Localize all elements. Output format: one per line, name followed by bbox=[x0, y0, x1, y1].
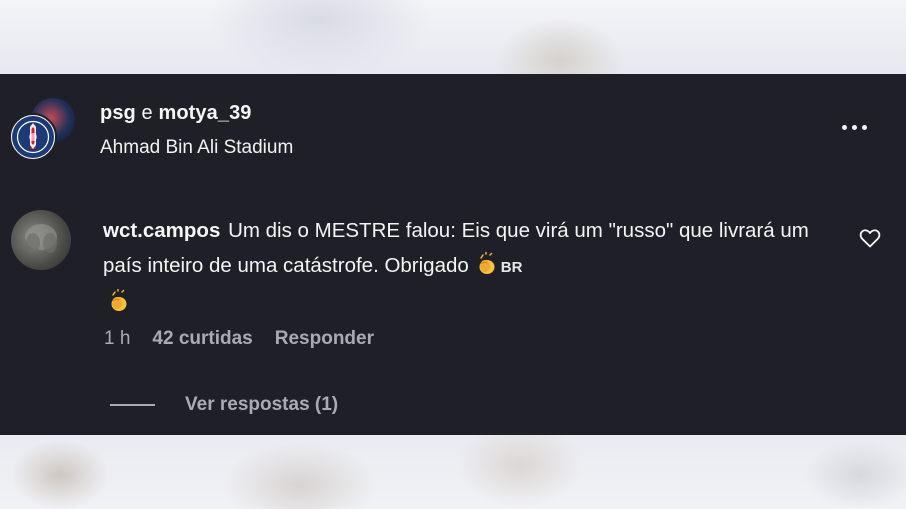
post-header: psg e motya_39 Ahmad Bin Ali Stadium bbox=[0, 74, 906, 194]
clapping-hands-icon bbox=[479, 252, 495, 274]
view-replies-button[interactable]: Ver respostas (1) bbox=[110, 394, 338, 416]
post-location-link[interactable]: Ahmad Bin Ali Stadium bbox=[100, 137, 293, 159]
more-horizontal-icon-dot bbox=[841, 124, 847, 130]
background-photo-bottom bbox=[0, 435, 906, 509]
comment-meta: 1 h 42 curtidas Responder bbox=[104, 328, 374, 350]
more-options-button[interactable] bbox=[832, 114, 876, 140]
author-secondary-link[interactable]: motya_39 bbox=[158, 102, 251, 124]
more-horizontal-icon-dot bbox=[861, 124, 867, 130]
author-separator: e bbox=[141, 102, 153, 124]
comment-panel: psg e motya_39 Ahmad Bin Ali Stadium wct… bbox=[0, 74, 906, 435]
author-primary-link[interactable]: psg bbox=[100, 102, 136, 124]
psg-avatar[interactable] bbox=[9, 113, 57, 161]
post-authors: psg e motya_39 bbox=[100, 102, 252, 125]
author-avatars[interactable] bbox=[9, 96, 75, 162]
psg-crest-icon bbox=[12, 116, 54, 158]
commenter-username-link[interactable]: wct.campos bbox=[103, 219, 220, 242]
commenter-avatar[interactable] bbox=[11, 210, 71, 270]
comment-likes-count[interactable]: 42 curtidas bbox=[152, 328, 252, 350]
clapping-hands-icon bbox=[111, 289, 127, 311]
comment-body: wct.campos Um dis o MESTRE falou: Eis qu… bbox=[103, 213, 813, 320]
background-photo-top bbox=[0, 0, 906, 74]
user-photo-icon bbox=[25, 224, 57, 253]
like-comment-button[interactable] bbox=[858, 226, 882, 250]
comment-timestamp[interactable]: 1 h bbox=[104, 328, 130, 350]
more-horizontal-icon-dot bbox=[851, 124, 857, 130]
country-flag-badge: BR bbox=[500, 259, 523, 276]
reply-button[interactable]: Responder bbox=[275, 328, 374, 350]
heart-outline-icon bbox=[859, 229, 881, 248]
replies-divider bbox=[110, 404, 155, 406]
view-replies-label: Ver respostas (1) bbox=[185, 394, 339, 415]
